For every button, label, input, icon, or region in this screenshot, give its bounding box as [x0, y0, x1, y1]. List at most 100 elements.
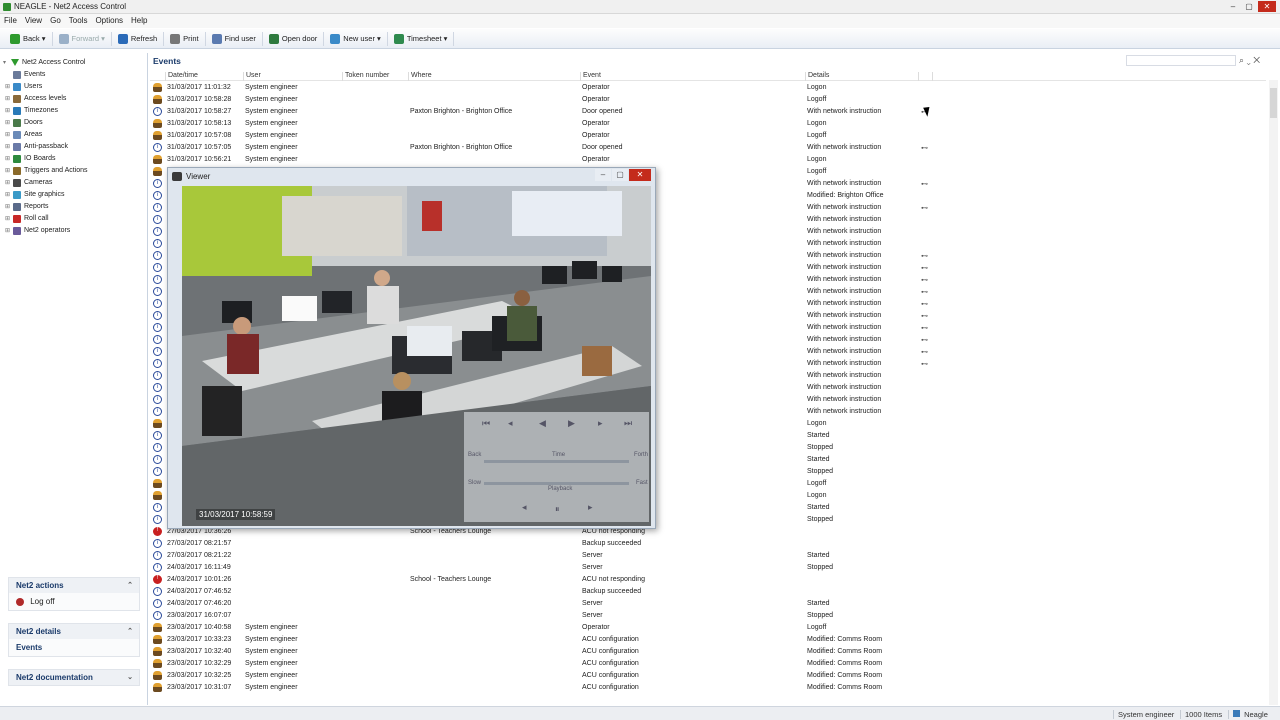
column-header-event[interactable]: Event [580, 72, 601, 81]
refresh-button[interactable]: Refresh [112, 31, 165, 46]
tree-item-reports[interactable]: ⊞ Reports [5, 201, 49, 212]
net2-details-header[interactable]: Net2 details ⌃ [9, 624, 139, 639]
chevron-down-icon[interactable]: ⌄ [127, 673, 133, 681]
table-row[interactable]: 23/03/2017 10:32:25 System engineer ACU co… [150, 670, 1266, 682]
camera-link-icon[interactable]: ⊷ [921, 360, 928, 368]
camera-link-icon[interactable]: ⊷ [921, 324, 928, 332]
expand-icon[interactable]: ⊞ [5, 227, 10, 234]
camera-link-icon[interactable]: ⊷ [921, 144, 928, 152]
table-row[interactable]: i 24/03/2017 07:46:52 Backup succeeded [150, 586, 1266, 598]
column-header-camera[interactable] [918, 72, 921, 81]
timesheet-button[interactable]: Timesheet ▾ [388, 31, 455, 46]
table-row[interactable]: 31/03/2017 10:56:21 System engineer Operat… [150, 154, 1266, 166]
expand-icon[interactable]: ⊞ [5, 167, 10, 174]
back-button[interactable]: Back ▾ [4, 31, 53, 46]
table-row[interactable]: 23/03/2017 10:40:58 System engineer Operat… [150, 622, 1266, 634]
camera-link-icon[interactable]: ⊷ [921, 348, 928, 356]
table-row[interactable]: i 24/03/2017 07:46:20 Server Started [150, 598, 1266, 610]
menu-go[interactable]: Go [46, 14, 65, 27]
column-header-where[interactable]: Where [408, 72, 432, 81]
camera-link-icon[interactable]: ⊷ [921, 300, 928, 308]
play-reverse-icon[interactable]: ◀ [539, 418, 546, 429]
chevron-up-icon[interactable]: ⌃ [127, 581, 133, 589]
minimize-icon[interactable]: – [595, 169, 611, 181]
tree-item-timezones[interactable]: ⊞ Timezones [5, 105, 58, 116]
camera-viewer-window[interactable]: Viewer – ▢ ✕ 31/03/2017 10:58:59 ⏮ ◂ ◀ ▶… [167, 167, 656, 529]
table-row[interactable]: i 31/03/2017 10:58:27 System engineer Paxto… [150, 106, 1266, 118]
expand-icon[interactable]: ⊞ [5, 179, 10, 186]
expand-icon[interactable]: ▾ [3, 59, 8, 66]
table-row[interactable]: ! 24/03/2017 10:01:26 School - Teachers Lo… [150, 574, 1266, 586]
step-back-icon[interactable]: ◂ [508, 418, 513, 429]
log-off-link[interactable]: Log off [9, 593, 139, 610]
table-row[interactable]: 31/03/2017 10:57:08 System engineer Operat… [150, 130, 1266, 142]
speed-slider[interactable] [484, 482, 629, 485]
table-row[interactable]: i 27/03/2017 08:21:22 Server Started [150, 550, 1266, 562]
close-icon[interactable]: ✕ [629, 169, 651, 181]
expand-icon[interactable]: ⊞ [5, 95, 10, 102]
forward-button[interactable]: Forward ▾ [53, 31, 112, 46]
minimize-icon[interactable]: – [1226, 1, 1240, 12]
menu-help[interactable]: Help [127, 14, 151, 27]
table-row[interactable]: 23/03/2017 10:32:29 System engineer ACU co… [150, 658, 1266, 670]
camera-link-icon[interactable]: ⊷ [921, 264, 928, 272]
camera-link-icon[interactable]: ⊷ [921, 204, 928, 212]
camera-link-icon[interactable]: ⊷ [921, 276, 928, 284]
net2-actions-header[interactable]: Net2 actions ⌃ [9, 578, 139, 593]
expand-icon[interactable]: ⊞ [5, 143, 10, 150]
tree-item-anti-passback[interactable]: ⊞ Anti-passback [5, 141, 68, 152]
playback-forward-icon[interactable]: ▸ [588, 502, 593, 513]
menu-view[interactable]: View [21, 14, 46, 27]
column-header-details[interactable]: Details [805, 72, 829, 81]
table-row[interactable]: 31/03/2017 10:58:28 System engineer Operat… [150, 94, 1266, 106]
tree-item-doors[interactable]: ⊞ Doors [5, 117, 43, 128]
print-button[interactable]: Print [164, 31, 206, 46]
table-row[interactable]: i 31/03/2017 10:57:05 System engineer Paxto… [150, 142, 1266, 154]
column-header-token-number[interactable]: Token number [342, 72, 389, 81]
expand-icon[interactable]: ⊞ [5, 155, 10, 162]
tree-item-access-levels[interactable]: ⊞ Access levels [5, 93, 66, 104]
playback-back-icon[interactable]: ◂ [522, 502, 527, 513]
tree-item-areas[interactable]: ⊞ Areas [5, 129, 42, 140]
column-header-date-time[interactable]: Date/time [165, 72, 198, 81]
expand-icon[interactable]: ⊞ [5, 215, 10, 222]
search-icon[interactable]: ⌕ ⌄ ✕ [1239, 55, 1260, 66]
camera-link-icon[interactable]: ⊷ [921, 312, 928, 320]
table-row[interactable]: i 27/03/2017 08:21:57 Backup succeeded [150, 538, 1266, 550]
column-header-user[interactable]: User [243, 72, 261, 81]
table-row[interactable]: 31/03/2017 10:58:13 System engineer Operat… [150, 118, 1266, 130]
menu-options[interactable]: Options [91, 14, 127, 27]
pause-icon[interactable]: ⏸ [555, 504, 560, 515]
camera-link-icon[interactable]: ⊷ [921, 180, 928, 188]
table-row[interactable]: 31/03/2017 11:01:32 System engineer Operat… [150, 82, 1266, 94]
table-row[interactable]: i 23/03/2017 16:07:07 Server Stopped [150, 610, 1266, 622]
find-user-button[interactable]: Find user [206, 31, 263, 46]
expand-icon[interactable]: ⊞ [5, 191, 10, 198]
new-user-button[interactable]: New user ▾ [324, 31, 388, 46]
table-row[interactable]: 23/03/2017 10:31:07 System engineer ACU co… [150, 682, 1266, 694]
table-row[interactable]: 23/03/2017 10:32:40 System engineer ACU co… [150, 646, 1266, 658]
tree-item-site-graphics[interactable]: ⊞ Site graphics [5, 189, 64, 200]
table-row[interactable]: 23/03/2017 10:33:23 System engineer ACU co… [150, 634, 1266, 646]
menu-tools[interactable]: Tools [65, 14, 92, 27]
tree-item-io-boards[interactable]: ⊞ IO Boards [5, 153, 56, 164]
expand-icon[interactable]: ⊞ [5, 119, 10, 126]
table-row[interactable]: i 24/03/2017 16:11:49 Server Stopped [150, 562, 1266, 574]
tree-item-cameras[interactable]: ⊞ Cameras [5, 177, 52, 188]
close-icon[interactable]: ✕ [1258, 1, 1276, 12]
net2-documentation-header[interactable]: Net2 documentation ⌄ [9, 670, 139, 685]
tree-item-net2-operators[interactable]: ⊞ Net2 operators [5, 225, 70, 236]
maximize-icon[interactable]: ▢ [612, 169, 628, 181]
play-icon[interactable]: ▶ [568, 418, 575, 429]
tree-item-users[interactable]: ⊞ Users [5, 81, 42, 92]
tree-item-events[interactable]: Events [5, 69, 45, 80]
expand-icon[interactable]: ⊞ [5, 83, 10, 90]
skip-forward-icon[interactable]: ⏭ [624, 418, 632, 429]
camera-link-icon[interactable]: ⊷ [921, 252, 928, 260]
time-slider[interactable] [484, 460, 629, 463]
skip-back-icon[interactable]: ⏮ [482, 418, 490, 429]
open-door-button[interactable]: Open door [263, 31, 325, 46]
expand-icon[interactable]: ⊞ [5, 131, 10, 138]
tree-item-net2-access-control[interactable]: ▾ Net2 Access Control [3, 57, 85, 68]
tree-item-roll-call[interactable]: ⊞ Roll call [5, 213, 49, 224]
